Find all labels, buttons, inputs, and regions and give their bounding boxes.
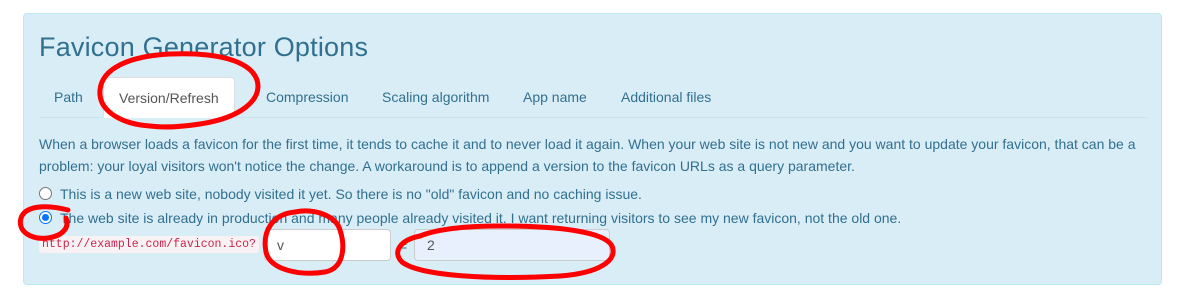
tab-additional-files[interactable]: Additional files: [606, 77, 726, 117]
version-description: When a browser loads a favicon for the f…: [39, 136, 1136, 174]
radio-new-site[interactable]: [39, 187, 52, 200]
tab-version-refresh[interactable]: Version/Refresh: [103, 77, 235, 118]
option-new-site-label: This is a new web site, nobody visited i…: [60, 186, 642, 202]
tab-path[interactable]: Path: [39, 77, 98, 117]
tab-app-name[interactable]: App name: [508, 77, 602, 117]
equals-sign: =: [399, 238, 408, 254]
option-production-site-label: The web site is already in production an…: [60, 210, 902, 226]
page-title: Favicon Generator Options: [39, 32, 369, 62]
tab-compression[interactable]: Compression: [251, 77, 363, 117]
tab-scaling-algorithm[interactable]: Scaling algorithm: [367, 77, 504, 117]
favicon-url-prefix: http://example.com/favicon.ico?: [39, 236, 259, 253]
version-param-name-input[interactable]: [264, 229, 391, 261]
tab-bar: Path Version/Refresh Compression Scaling…: [39, 77, 1147, 118]
radio-production-site[interactable]: [39, 211, 52, 224]
version-param-value-input[interactable]: [414, 229, 610, 261]
